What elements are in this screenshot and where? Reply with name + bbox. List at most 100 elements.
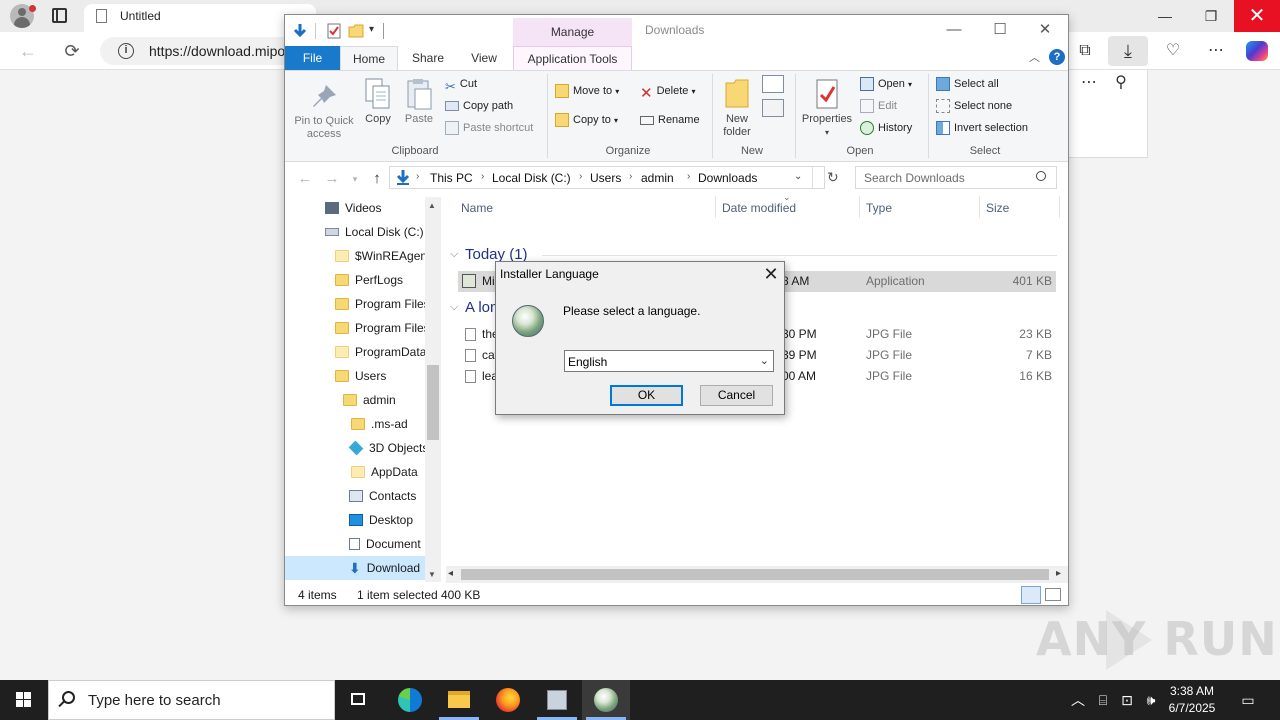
new-folder-icon[interactable] xyxy=(347,22,365,40)
taskbar-file-explorer[interactable] xyxy=(435,680,483,720)
details-view-icon[interactable] xyxy=(1021,586,1041,604)
rename-button[interactable]: Rename xyxy=(640,110,700,130)
ok-button[interactable]: OK xyxy=(610,385,683,406)
column-name[interactable]: Name xyxy=(461,201,493,215)
new-folder-button[interactable]: New folder xyxy=(717,77,757,139)
tree-item-appdata[interactable]: AppData xyxy=(351,460,418,484)
url-text[interactable]: https://download.mipo xyxy=(149,43,289,59)
tree-item-documents[interactable]: Document xyxy=(349,532,421,556)
copy-to-button[interactable]: Copy to ▾ xyxy=(555,110,618,130)
back-arrow-icon[interactable]: ← xyxy=(295,169,315,189)
language-select[interactable]: English ⌄ xyxy=(564,350,774,372)
taskbar-edge[interactable] xyxy=(386,680,434,720)
cancel-button[interactable]: Cancel xyxy=(700,385,773,406)
close-button[interactable]: ✕ xyxy=(1022,15,1068,46)
group-collapse-icon[interactable]: ⌵ xyxy=(450,301,458,314)
more-icon[interactable]: ⋯ xyxy=(1203,40,1229,62)
collapse-ribbon-icon[interactable]: ︿ xyxy=(1029,49,1040,65)
taskbar-installer-setup[interactable] xyxy=(582,680,630,720)
collections-icon[interactable]: ⧉ xyxy=(1072,40,1098,62)
easy-access-icon[interactable] xyxy=(762,99,784,117)
taskbar-installer-app[interactable] xyxy=(533,680,581,720)
select-none-button[interactable]: Select none xyxy=(936,96,1012,116)
customize-qa-icon[interactable]: ▾ xyxy=(369,24,374,35)
copilot-icon[interactable] xyxy=(1246,41,1268,61)
tree-item-downloads[interactable]: ⬇ Download xyxy=(285,556,425,580)
network-icon[interactable]: ⊡ xyxy=(1116,680,1138,720)
recent-locations-icon[interactable]: ▾ xyxy=(345,169,365,189)
tree-item-desktop[interactable]: Desktop xyxy=(349,508,413,532)
column-type[interactable]: Type xyxy=(866,201,892,215)
scroll-right-icon[interactable]: ▸ xyxy=(1056,568,1061,579)
crumb-users[interactable]: Users xyxy=(590,171,621,185)
tree-scroll-thumb[interactable] xyxy=(427,365,439,440)
scroll-up-icon[interactable]: ▲ xyxy=(428,201,436,210)
column-date-modified[interactable]: Date modified xyxy=(722,201,796,215)
tree-item-users[interactable]: Users xyxy=(335,364,386,388)
crumb-this-pc[interactable]: This PC xyxy=(430,171,473,185)
large-icons-view-icon[interactable] xyxy=(1045,588,1061,601)
tree-item-winreagent[interactable]: $WinREAgent xyxy=(335,244,430,268)
show-hidden-icons-icon[interactable]: ︿ xyxy=(1068,680,1088,720)
tree-item-program-files[interactable]: Program Files xyxy=(335,292,430,316)
delete-button[interactable]: ✕ Delete ▾ xyxy=(640,81,695,102)
site-info-icon[interactable]: i xyxy=(118,43,134,59)
device-icon[interactable]: ⌸ xyxy=(1092,680,1114,720)
properties-button[interactable]: Properties ▾ xyxy=(799,77,855,139)
select-all-button[interactable]: Select all xyxy=(936,74,999,94)
address-bar[interactable]: › This PC › Local Disk (C:) › Users › ad… xyxy=(389,166,825,189)
volume-icon[interactable]: 🕪 xyxy=(1140,680,1162,720)
browser-tab[interactable] xyxy=(84,4,316,32)
tab-actions-icon[interactable] xyxy=(52,8,67,23)
copy-button[interactable]: Copy xyxy=(361,77,395,126)
back-icon[interactable]: ← xyxy=(16,40,40,62)
crumb-local-disk[interactable]: Local Disk (C:) xyxy=(492,171,571,185)
address-dropdown-icon[interactable]: ⌄ xyxy=(794,171,802,182)
browser-minimize-button[interactable]: — xyxy=(1142,0,1188,32)
tab-view[interactable]: View xyxy=(459,46,509,70)
group-older[interactable]: A lon xyxy=(465,299,498,316)
tab-file[interactable]: File xyxy=(285,46,340,70)
browser-essentials-icon[interactable]: ♡ xyxy=(1160,40,1186,62)
refresh-icon[interactable]: ⟳ xyxy=(60,40,84,62)
horizontal-scroll-thumb[interactable] xyxy=(461,569,1049,580)
tab-share[interactable]: Share xyxy=(403,46,453,70)
browser-restore-button[interactable]: ❐ xyxy=(1188,0,1234,32)
tree-item-3d-objects[interactable]: 3D Objects xyxy=(348,436,428,460)
group-collapse-icon[interactable]: ⌵ xyxy=(450,248,458,261)
maximize-button[interactable]: ☐ xyxy=(977,15,1023,46)
tree-item-local-disk[interactable]: Local Disk (C:) xyxy=(325,220,424,244)
search-icon[interactable] xyxy=(1036,171,1046,181)
open-button[interactable]: Open ▾ xyxy=(860,74,912,94)
browser-close-button[interactable]: ✕ xyxy=(1234,0,1280,32)
properties-dropdown-icon[interactable]: ▾ xyxy=(799,126,855,139)
history-button[interactable]: History xyxy=(860,118,912,138)
column-size[interactable]: Size xyxy=(986,201,1009,215)
taskbar-firefox[interactable] xyxy=(484,680,532,720)
panel-pin-icon[interactable]: ⚲ xyxy=(1108,72,1134,94)
clock[interactable]: 3:38 AM 6/7/2025 xyxy=(1162,683,1222,717)
task-view-button[interactable] xyxy=(336,680,384,720)
tree-item-perflogs[interactable]: PerfLogs xyxy=(335,268,403,292)
tab-application-tools[interactable]: Application Tools xyxy=(513,46,632,70)
properties-icon[interactable] xyxy=(325,22,343,40)
help-icon[interactable]: ? xyxy=(1049,49,1065,65)
copy-path-button[interactable]: Copy path xyxy=(445,96,513,116)
notifications-icon[interactable]: ▭ xyxy=(1236,680,1260,720)
tree-item-videos[interactable]: Videos xyxy=(325,196,381,220)
cut-button[interactable]: ✂ Cut xyxy=(445,74,477,94)
panel-more-icon[interactable]: ⋯ xyxy=(1076,72,1102,94)
downloads-icon[interactable]: ⤓ xyxy=(1115,40,1141,62)
search-box[interactable]: Search Downloads xyxy=(855,166,1057,189)
pin-to-quick-access-button[interactable]: Pin to Quick access xyxy=(289,77,359,141)
paste-shortcut-button[interactable]: Paste shortcut xyxy=(445,118,533,138)
tab-home[interactable]: Home xyxy=(340,46,398,70)
tree-item-program-files-x86[interactable]: Program Files xyxy=(335,316,430,340)
edit-button[interactable]: Edit xyxy=(860,96,897,116)
new-item-icon[interactable] xyxy=(762,75,784,93)
invert-selection-button[interactable]: Invert selection xyxy=(936,118,1028,138)
scroll-left-icon[interactable]: ◂ xyxy=(448,568,453,579)
tree-item-programdata[interactable]: ProgramData xyxy=(335,340,426,364)
tree-item-ms-ad[interactable]: .ms-ad xyxy=(351,412,408,436)
scroll-down-icon[interactable]: ▼ xyxy=(428,570,436,579)
